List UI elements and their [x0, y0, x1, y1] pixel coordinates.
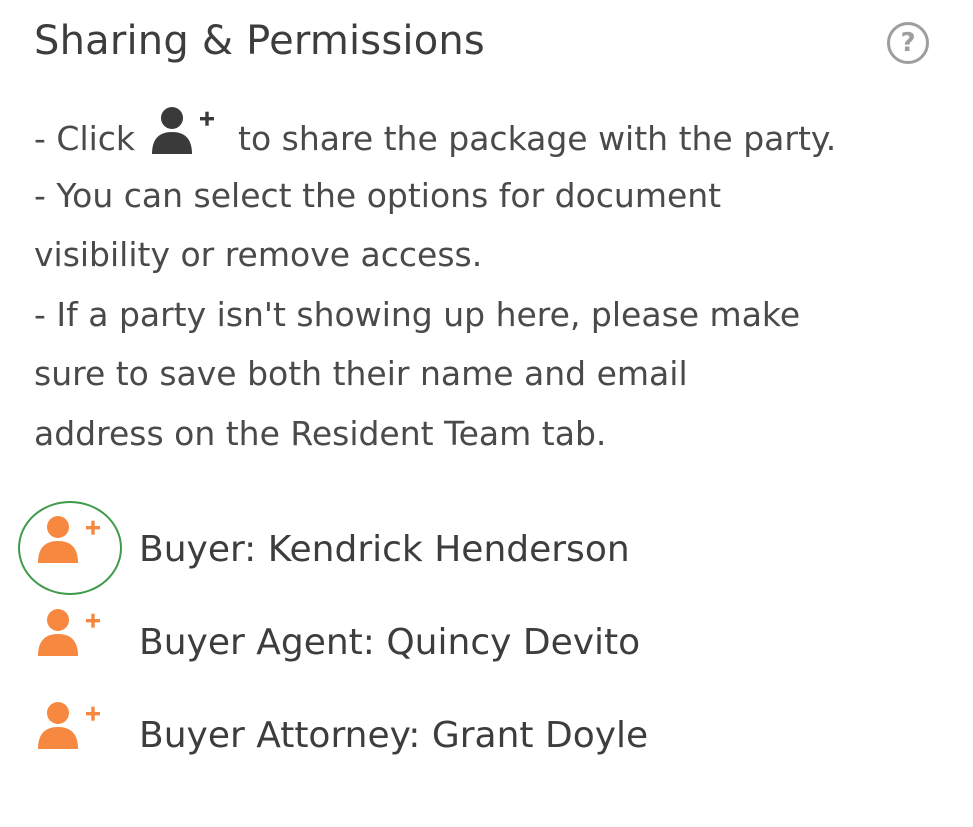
- user-plus-icon: [38, 702, 100, 749]
- share-buyer-button[interactable]: [18, 501, 122, 595]
- panel-title: Sharing & Permissions: [34, 18, 485, 64]
- sharing-permissions-panel: Sharing & Permissions ? - Click to share…: [0, 0, 973, 827]
- question-circle-icon[interactable]: ?: [887, 22, 929, 64]
- instruction-line-5: sure to save both their name and email: [34, 354, 688, 393]
- party-row-buyer-agent: Buyer Agent: Quincy Devito: [0, 596, 973, 676]
- instruction-line-6: address on the Resident Team tab.: [34, 413, 607, 453]
- instruction-line-2: - You can select the options for documen…: [34, 175, 722, 215]
- party-row-buyer: Buyer: Kendrick Henderson: [0, 501, 973, 595]
- share-buyer-attorney-button[interactable]: [36, 689, 108, 749]
- instructions-text: - Click to share the package with the pa…: [34, 106, 954, 463]
- party-label-buyer: Buyer: Kendrick Henderson: [139, 529, 630, 570]
- instruction-line-1: - Click to share the package with the pa…: [34, 106, 954, 166]
- instruction-line-3: visibility or remove access.: [34, 235, 483, 274]
- help-glyph: ?: [900, 28, 916, 58]
- instruction-share-text: to share the package with the party.: [238, 119, 837, 158]
- user-plus-icon: [38, 609, 100, 656]
- party-label-buyer-agent: Buyer Agent: Quincy Devito: [139, 622, 641, 663]
- share-buyer-agent-button[interactable]: [36, 596, 108, 656]
- party-row-buyer-attorney: Buyer Attorney: Grant Doyle: [0, 689, 973, 769]
- instruction-line-4: - If a party isn't showing up here, plea…: [34, 294, 801, 334]
- user-plus-icon: [38, 516, 100, 563]
- user-plus-icon: [150, 106, 222, 175]
- instruction-click-text: - Click: [34, 119, 136, 158]
- party-label-buyer-attorney: Buyer Attorney: Grant Doyle: [139, 715, 649, 756]
